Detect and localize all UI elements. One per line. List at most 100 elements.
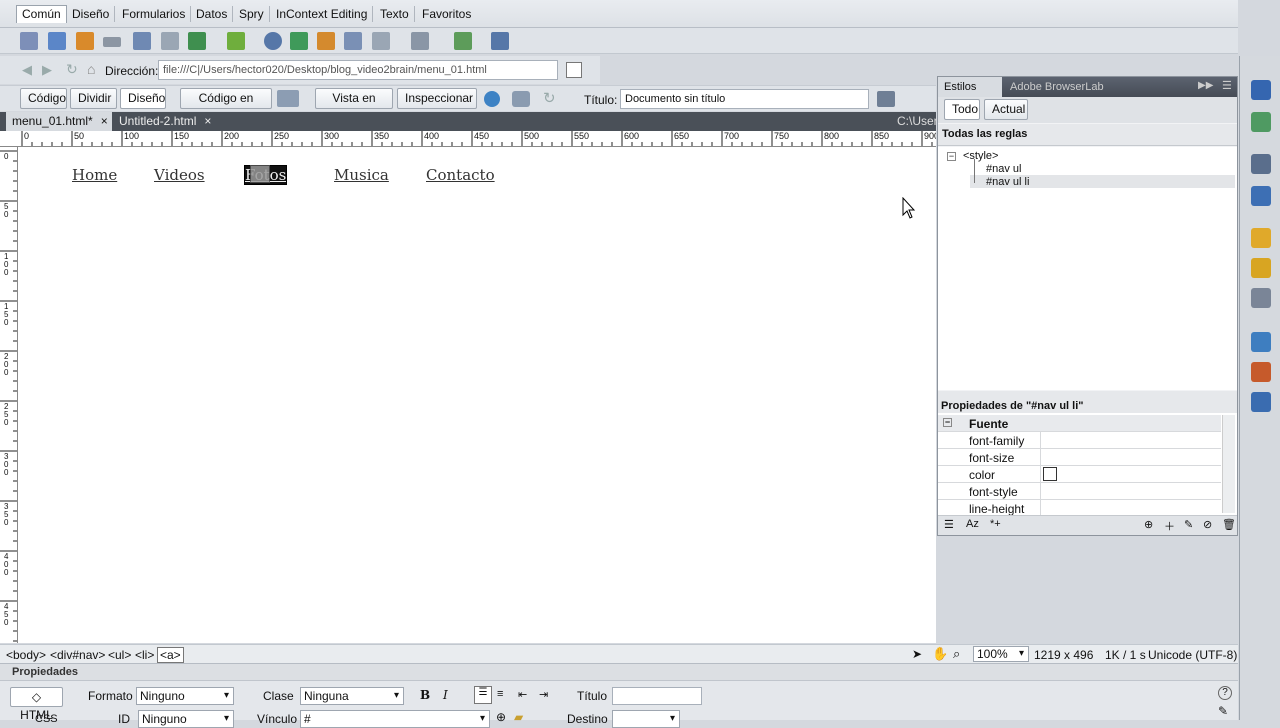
set-props-icon[interactable]: *+ — [990, 518, 1001, 530]
forward-icon[interactable]: ▶ — [42, 62, 52, 78]
div-icon[interactable] — [161, 32, 179, 50]
assets-icon[interactable] — [1251, 362, 1271, 382]
panel-menu-icon[interactable]: ☰ — [1222, 79, 1232, 92]
tab-browserlab[interactable]: Adobe BrowserLab — [1004, 77, 1110, 97]
html-mode-button[interactable]: ◇ HTML — [10, 687, 63, 722]
design-view-button[interactable]: Diseño — [120, 88, 166, 109]
insert-tab-formularios[interactable]: Formularios — [117, 6, 192, 22]
home-icon[interactable]: ⌂ — [87, 61, 95, 77]
category-view-icon[interactable]: ☰ — [944, 518, 954, 531]
new-rule-icon[interactable]: ＋ — [1164, 518, 1175, 534]
databases-icon[interactable] — [1251, 228, 1271, 248]
insert-tab-incontext[interactable]: InContext Editing — [271, 6, 374, 22]
doc-tab-untitled2[interactable]: Untitled-2.html × — [113, 112, 221, 131]
doc-tab-menu01[interactable]: menu_01.html* × — [6, 112, 112, 131]
help-icon[interactable]: ? — [1218, 686, 1232, 700]
zoom-tool-icon[interactable]: ⌕ — [953, 646, 960, 662]
comment-icon[interactable] — [344, 32, 362, 50]
insert-tab-spry[interactable]: Spry — [234, 6, 270, 22]
insert-tab-favoritos[interactable]: Favoritos — [417, 6, 476, 22]
rule-nav-ul-li[interactable]: #nav ul li — [986, 176, 1029, 188]
browser-navigation-icon[interactable] — [566, 62, 582, 78]
props-scrollbar[interactable] — [1222, 415, 1235, 513]
code-inspector-icon[interactable] — [1251, 186, 1271, 206]
split-view-button[interactable]: Dividir — [70, 88, 117, 109]
back-icon[interactable]: ◀ — [22, 62, 32, 78]
live-code-button[interactable]: Código en vivo — [180, 88, 272, 124]
live-view-button[interactable]: Vista en vivo — [315, 88, 393, 124]
email-link-icon[interactable] — [48, 32, 66, 50]
disable-icon[interactable]: ⊘ — [1203, 518, 1212, 531]
gear-icon[interactable] — [264, 32, 282, 50]
prop-row[interactable]: font-size — [938, 449, 1221, 466]
css-styles-icon[interactable] — [1251, 80, 1271, 100]
media-icon[interactable] — [227, 32, 245, 50]
script-icon[interactable] — [411, 32, 429, 50]
design-canvas[interactable]: Home Videos Fotos Musica Contacto — [18, 147, 936, 643]
insert-tab-diseno[interactable]: Diseño — [67, 6, 116, 22]
bindings-icon[interactable] — [1251, 258, 1271, 278]
file-management-icon[interactable] — [877, 91, 895, 107]
class-select[interactable]: Ninguna — [300, 687, 404, 705]
nav-link-contacto[interactable]: Contacto — [426, 166, 495, 184]
pointer-tool-icon[interactable]: ➤ — [912, 647, 922, 661]
templates-icon[interactable] — [454, 32, 472, 50]
prop-row[interactable]: font-family — [938, 432, 1221, 449]
address-input[interactable]: file:///C|/Users/hector020/Desktop/blog_… — [158, 60, 558, 80]
prop-row[interactable]: font-style — [938, 483, 1221, 500]
point-to-file-icon[interactable]: ⊕ — [496, 710, 506, 724]
tree-collapse-icon[interactable]: − — [947, 152, 956, 161]
tag-div-nav[interactable]: <div#nav> — [50, 648, 105, 662]
validate-icon[interactable] — [277, 90, 299, 107]
insert-tab-texto[interactable]: Texto — [375, 6, 415, 22]
anchor-icon[interactable] — [76, 32, 94, 50]
preview-browser-icon[interactable] — [484, 91, 500, 107]
insert-tab-datos[interactable]: Datos — [191, 6, 234, 22]
nav-link-home[interactable]: Home — [72, 166, 117, 184]
category-fuente[interactable]: − Fuente — [938, 415, 1221, 432]
snippets-icon[interactable] — [1251, 392, 1271, 412]
css-mode-button[interactable]: CSS — [35, 713, 58, 725]
window-size[interactable]: 1219 x 496 — [1034, 648, 1093, 662]
mode-actual-button[interactable]: Actual — [984, 99, 1028, 120]
collapse-icon[interactable]: ▶▶ — [1198, 80, 1213, 91]
format-select[interactable]: Ninguno — [136, 687, 234, 705]
document-title-input[interactable]: Documento sin título — [620, 89, 869, 109]
tag-chooser-icon[interactable] — [491, 32, 509, 50]
head-icon[interactable] — [372, 32, 390, 50]
mode-todo-button[interactable]: Todo — [944, 99, 980, 120]
files-icon[interactable] — [1251, 332, 1271, 352]
target-select[interactable] — [612, 710, 680, 728]
alpha-view-icon[interactable]: Az — [966, 518, 979, 530]
attach-stylesheet-icon[interactable]: ⊕ — [1144, 518, 1153, 531]
ap-elements-icon[interactable] — [1251, 112, 1271, 132]
category-collapse-icon[interactable]: − — [943, 418, 952, 427]
server-include-icon[interactable] — [317, 32, 335, 50]
rule-nav-ul[interactable]: #nav ul — [986, 163, 1021, 175]
quick-tag-editor-icon[interactable]: ✎ — [1218, 704, 1228, 718]
zoom-select[interactable]: 100% — [973, 646, 1029, 662]
italic-button[interactable]: I — [443, 688, 448, 702]
insert-tab-comun[interactable]: Común — [16, 5, 67, 23]
trash-icon[interactable]: 🗑 — [1222, 518, 1236, 531]
server-behaviors-icon[interactable] — [1251, 288, 1271, 308]
close-icon[interactable]: × — [204, 114, 211, 128]
folder-icon[interactable]: ▰ — [514, 710, 523, 724]
edit-rule-icon[interactable]: ✎ — [1184, 518, 1193, 531]
visual-aids-icon[interactable] — [512, 91, 530, 107]
date-icon[interactable] — [290, 32, 308, 50]
tag-li[interactable]: <li> — [135, 648, 154, 662]
link-input[interactable]: # — [300, 710, 490, 728]
code-view-button[interactable]: Código — [20, 88, 67, 109]
tag-inspector-icon[interactable] — [1251, 154, 1271, 174]
tag-ul[interactable]: <ul> — [108, 648, 131, 662]
id-select[interactable]: Ninguno — [138, 710, 234, 728]
unordered-list-icon[interactable]: ☰ — [474, 686, 492, 704]
color-swatch[interactable] — [1043, 467, 1057, 481]
tag-a[interactable]: <a> — [157, 647, 184, 663]
ordered-list-icon[interactable]: ≡ — [497, 688, 503, 700]
rule-style[interactable]: <style> — [963, 150, 998, 162]
indent-icon[interactable]: ⇥ — [539, 688, 548, 701]
title-input[interactable] — [612, 687, 702, 705]
hand-tool-icon[interactable]: ✋ — [932, 646, 948, 662]
